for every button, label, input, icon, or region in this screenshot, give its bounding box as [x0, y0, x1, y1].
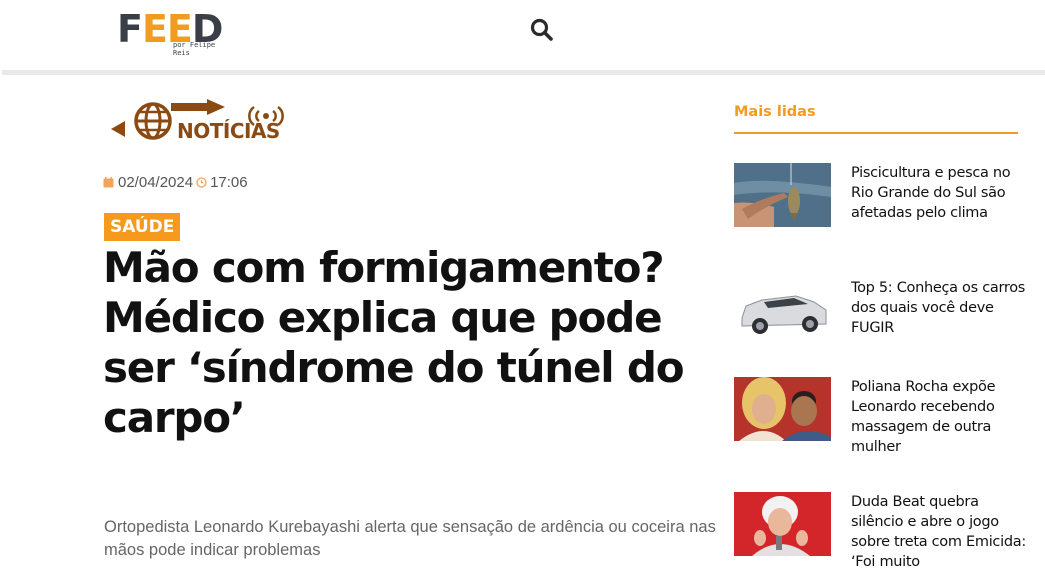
most-read-title: Piscicultura e pesca no Rio Grande do Su… — [851, 165, 1011, 221]
section-label: NOTÍCIAS — [177, 119, 280, 143]
thumbnail-couple — [734, 377, 831, 441]
calendar-icon — [103, 176, 114, 187]
site-logo[interactable]: FEED por Felipe Reis — [117, 10, 232, 57]
thumbnail-car — [734, 278, 831, 342]
article-time: 17:06 — [210, 173, 248, 191]
article-title: Mão com formigamento? Médico explica que… — [103, 243, 685, 442]
section-logo-noticias[interactable]: NOTÍCIAS — [107, 99, 307, 145]
thumbnail-singer — [734, 492, 831, 556]
sidebar-divider — [734, 132, 1018, 134]
most-read-title: Poliana Rocha expõe Leonardo recebendo m… — [851, 379, 996, 455]
category-badge[interactable]: SAÚDE — [104, 213, 181, 241]
search-button[interactable] — [527, 15, 557, 45]
article-subtitle: Ortopedista Leonardo Kurebayashi alerta … — [104, 518, 716, 559]
most-read-title: Top 5: Conheça os carros dos quais você … — [851, 280, 1026, 336]
article-meta: 02/04/2024 17:06 — [103, 172, 248, 192]
sidebar-title: Mais lidas — [734, 104, 816, 120]
article-date: 02/04/2024 — [118, 173, 194, 191]
clock-icon — [196, 176, 207, 188]
site-header: FEED por Felipe Reis — [0, 0, 1045, 72]
logo-tagline: por Felipe Reis — [173, 41, 216, 57]
most-read-title: Duda Beat quebra silêncio e abre o jogo … — [851, 494, 1026, 570]
thumbnail-fishing — [734, 163, 831, 227]
header-divider — [2, 70, 1045, 75]
search-icon — [530, 18, 553, 41]
